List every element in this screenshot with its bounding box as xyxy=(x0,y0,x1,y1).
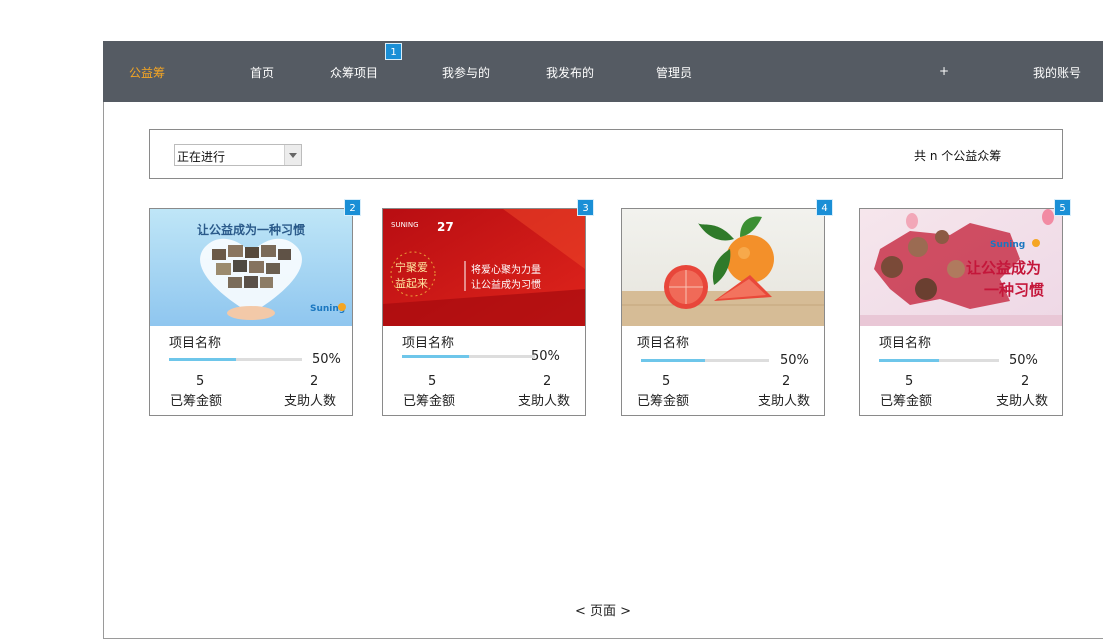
filter-bar: 正在进行 共 n 个公益众筹 xyxy=(149,129,1063,179)
status-select-value: 正在进行 xyxy=(177,150,226,164)
raised-amount-label: 已筹金额 xyxy=(880,394,933,409)
svg-text:让公益成为一种习惯: 让公益成为一种习惯 xyxy=(197,222,305,237)
svg-text:宁聚爱: 宁聚爱 xyxy=(395,260,428,274)
supporters-label: 支助人数 xyxy=(284,394,337,409)
progress-bar xyxy=(169,358,302,361)
raised-amount-value: 5 xyxy=(905,374,914,389)
annotation-badge: 1 xyxy=(385,43,402,60)
project-card[interactable]: 让公益成为一种习惯 Suning 项目名称 50% 5 已筹金额 2 支助人数 xyxy=(149,208,353,416)
total-count-text: 共 n 个公益众筹 xyxy=(914,149,1002,163)
nav-projects[interactable]: 众筹项目 xyxy=(330,64,378,81)
annotation-badge: 5 xyxy=(1054,199,1071,216)
progress-percent: 50% xyxy=(780,353,809,368)
supporters-label: 支助人数 xyxy=(996,394,1049,409)
progress-bar xyxy=(402,355,535,358)
supporters-value: 2 xyxy=(1021,374,1030,389)
svg-text:益起来: 益起来 xyxy=(395,276,428,290)
progress-fill xyxy=(402,355,469,358)
progress-percent: 50% xyxy=(531,349,560,364)
project-image[interactable]: SUNING 27 宁聚爱 益起来 将爱心聚为力量 让公益成为习惯 xyxy=(383,209,585,326)
annotation-badge: 3 xyxy=(577,199,594,216)
supporters-value: 2 xyxy=(310,374,319,389)
progress-fill xyxy=(879,359,939,362)
raised-amount-label: 已筹金额 xyxy=(403,394,456,409)
progress-percent: 50% xyxy=(1009,353,1038,368)
nav-published[interactable]: 我发布的 xyxy=(546,64,594,81)
progress-fill xyxy=(641,359,705,362)
svg-text:27: 27 xyxy=(437,220,454,234)
nav-admin[interactable]: 管理员 xyxy=(656,64,692,81)
annotation-badge: 4 xyxy=(816,199,833,216)
svg-text:让公益成为习惯: 让公益成为习惯 xyxy=(471,278,541,291)
progress-percent: 50% xyxy=(312,352,341,367)
svg-text:Suning: Suning xyxy=(990,240,1025,250)
add-button[interactable]: + xyxy=(939,64,949,78)
brand-link[interactable]: 公益筹 xyxy=(129,64,165,81)
project-image[interactable]: 让公益成为一种习惯 Suning xyxy=(150,209,352,326)
nav-home[interactable]: 首页 xyxy=(250,64,274,81)
svg-text:将爱心聚为力量: 将爱心聚为力量 xyxy=(471,263,541,276)
supporters-label: 支助人数 xyxy=(758,394,811,409)
project-card[interactable]: SUNING 27 宁聚爱 益起来 将爱心聚为力量 让公益成为习惯 项目名称 5… xyxy=(382,208,586,416)
raised-amount-value: 5 xyxy=(196,374,205,389)
progress-bar xyxy=(641,359,769,362)
supporters-label: 支助人数 xyxy=(518,394,571,409)
supporters-value: 2 xyxy=(543,374,552,389)
raised-amount-label: 已筹金额 xyxy=(637,394,690,409)
supporters-value: 2 xyxy=(782,374,791,389)
project-name: 项目名称 xyxy=(637,336,690,351)
project-name: 项目名称 xyxy=(169,336,222,351)
progress-fill xyxy=(169,358,236,361)
project-image[interactable] xyxy=(622,209,824,326)
svg-text:SUNING: SUNING xyxy=(391,221,419,229)
project-name: 项目名称 xyxy=(879,336,932,351)
raised-amount-value: 5 xyxy=(428,374,437,389)
project-name: 项目名称 xyxy=(402,336,455,351)
raised-amount-label: 已筹金额 xyxy=(170,394,223,409)
svg-text:让公益成为: 让公益成为 xyxy=(966,259,1041,277)
pagination[interactable]: < 页面 > xyxy=(575,600,631,619)
project-image[interactable]: Suning 让公益成为 一种习惯 xyxy=(860,209,1062,326)
top-navbar: 公益筹 首页 众筹项目 我参与的 我发布的 管理员 + 我的账号 xyxy=(103,41,1103,102)
status-select[interactable]: 正在进行 xyxy=(174,144,302,166)
annotation-badge: 2 xyxy=(344,199,361,216)
project-card[interactable]: Suning 让公益成为 一种习惯 项目名称 50% 5 已筹金额 2 支助人数 xyxy=(859,208,1063,416)
nav-participated[interactable]: 我参与的 xyxy=(442,64,490,81)
chevron-down-icon[interactable] xyxy=(284,145,301,165)
raised-amount-value: 5 xyxy=(662,374,671,389)
nav-account[interactable]: 我的账号 xyxy=(1033,64,1081,81)
progress-bar xyxy=(879,359,999,362)
svg-text:一种习惯: 一种习惯 xyxy=(984,281,1044,299)
project-card[interactable]: 项目名称 50% 5 已筹金额 2 支助人数 xyxy=(621,208,825,416)
